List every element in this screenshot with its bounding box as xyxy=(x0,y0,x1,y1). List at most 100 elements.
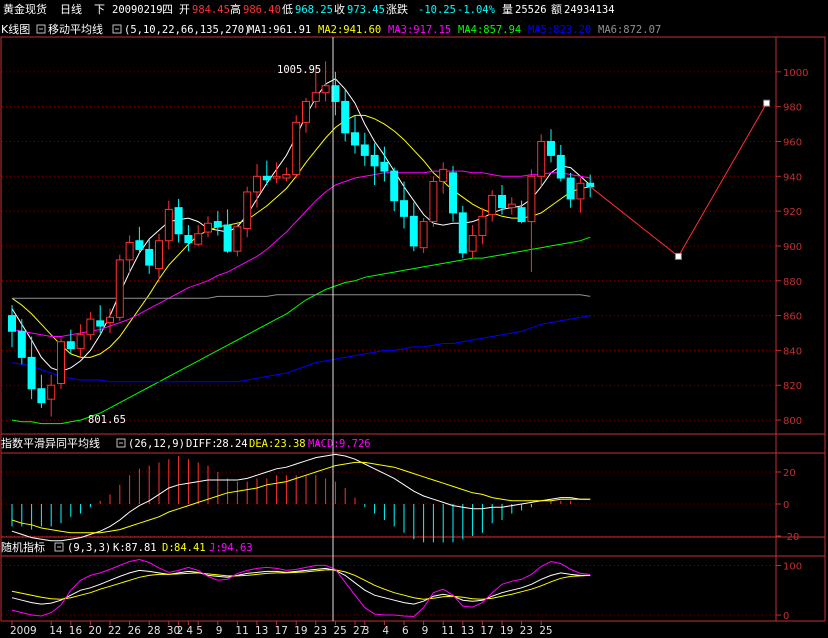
x-tick-label: 17 xyxy=(480,625,493,637)
candle xyxy=(204,216,212,238)
price-tick-label: 880 xyxy=(783,277,802,288)
candle xyxy=(458,205,467,259)
candle-body xyxy=(223,224,232,252)
candle xyxy=(57,338,65,389)
candle-body xyxy=(125,241,134,261)
high-value: 986.40 xyxy=(243,4,281,16)
projection-line xyxy=(589,102,768,258)
collapse-toggle-kdj[interactable] xyxy=(54,542,64,552)
price-tick-label: 840 xyxy=(783,346,802,357)
candle-body xyxy=(174,207,183,235)
kdj-tick-label: 0 xyxy=(783,611,789,622)
candle xyxy=(507,197,516,215)
candle xyxy=(17,319,26,365)
candle-body xyxy=(321,85,330,94)
candle-body xyxy=(272,175,281,179)
candle-body xyxy=(468,235,477,252)
price-tick-label: 1000 xyxy=(783,68,808,79)
candle-body xyxy=(213,221,222,228)
candle xyxy=(115,254,124,321)
candle-body xyxy=(57,341,65,385)
x-tick-label: 2009 xyxy=(10,625,37,637)
candle-body xyxy=(527,175,536,223)
candle-body xyxy=(537,140,546,177)
candle-body xyxy=(262,175,271,181)
x-tick-label: 9 xyxy=(216,625,223,637)
dea-line xyxy=(11,461,591,534)
candle-body xyxy=(478,215,487,237)
x-tick-label: 13 xyxy=(255,625,268,637)
candle-body xyxy=(488,194,497,216)
candle-body xyxy=(17,330,26,358)
candle xyxy=(351,115,359,154)
projection-point xyxy=(674,252,682,260)
header-date: 20090219 xyxy=(112,4,163,16)
collapse-toggle-macd[interactable] xyxy=(116,438,126,448)
ma-line-ma1 xyxy=(11,78,591,372)
macd-panel-title: 指数平滑异同平均线 (26,12,9) DIFF: 28.24 DEA: 23.… xyxy=(1,436,371,450)
dea-value: 23.38 xyxy=(274,438,306,450)
volume-value: 25526 xyxy=(515,4,547,16)
candle-body xyxy=(517,207,526,223)
candle-body xyxy=(47,384,56,400)
candle-body xyxy=(498,194,506,209)
candle-body xyxy=(458,212,467,254)
header-bar: 黄金现货 日线 下 20090219 四 开 984.45 高 986.40 低… xyxy=(3,2,615,16)
amount-value: 24934134 xyxy=(564,4,615,16)
ma-legend-item-2: MA2:941.60 xyxy=(318,24,381,36)
candle xyxy=(233,221,242,257)
candle-body xyxy=(556,154,565,179)
close-value: 973.45 xyxy=(347,4,385,16)
candle-body xyxy=(302,100,310,123)
amount-label: 额 xyxy=(551,3,562,16)
ma-legend-item-4: MA4:857.94 xyxy=(458,24,521,36)
candle xyxy=(135,226,144,253)
candle-body xyxy=(351,132,359,146)
diff-label: DIFF: xyxy=(186,438,218,450)
candle-body xyxy=(106,316,114,324)
candle-body xyxy=(380,161,389,172)
j-label: J: xyxy=(209,542,222,554)
candle-body xyxy=(547,140,555,156)
candle xyxy=(360,132,369,166)
candle-body xyxy=(390,170,399,202)
candle xyxy=(478,207,487,245)
change-label: 涨跌 xyxy=(386,2,408,16)
candle-body xyxy=(243,191,252,230)
macd-tick-label: 0 xyxy=(783,500,789,511)
candle-body xyxy=(76,334,85,350)
candle-body xyxy=(449,172,457,214)
price-tick-label: 920 xyxy=(783,207,802,218)
j-value: 94.63 xyxy=(221,542,253,554)
x-tick-label: 25 xyxy=(539,625,552,637)
x-tick-label: 5 xyxy=(196,625,203,637)
x-tick-label: 20 xyxy=(88,625,101,637)
change-value: -10.25 xyxy=(418,4,456,16)
ma-legend-item-1: MA1:961.91 xyxy=(248,24,311,36)
x-tick-label: 13 xyxy=(461,625,474,637)
candle xyxy=(576,178,585,213)
low-value: 968.25 xyxy=(295,4,333,16)
ma-legend-item-6: MA6:872.07 xyxy=(598,24,661,36)
high-label: 高 xyxy=(230,2,241,16)
param-toggle-main[interactable] xyxy=(112,24,122,34)
open-value: 984.45 xyxy=(192,4,230,16)
x-tick-label: 4 xyxy=(382,625,389,637)
diff-value: 28.24 xyxy=(216,438,248,450)
collapse-toggle-main[interactable] xyxy=(36,24,46,34)
x-tick-label: 9 xyxy=(422,625,429,637)
candle xyxy=(527,169,536,273)
x-tick-label: 17 xyxy=(275,625,288,637)
k-label: K: xyxy=(113,542,126,554)
kdj-title: 随机指标 xyxy=(1,540,45,554)
candle-body xyxy=(27,356,36,390)
candle xyxy=(302,97,310,133)
candle-body xyxy=(400,200,408,217)
candle-body xyxy=(155,240,163,270)
candle-body xyxy=(341,100,350,134)
candle xyxy=(429,176,438,227)
candle xyxy=(449,165,457,222)
candle xyxy=(321,61,330,102)
candle-body xyxy=(311,92,320,102)
candle-body xyxy=(429,181,438,223)
